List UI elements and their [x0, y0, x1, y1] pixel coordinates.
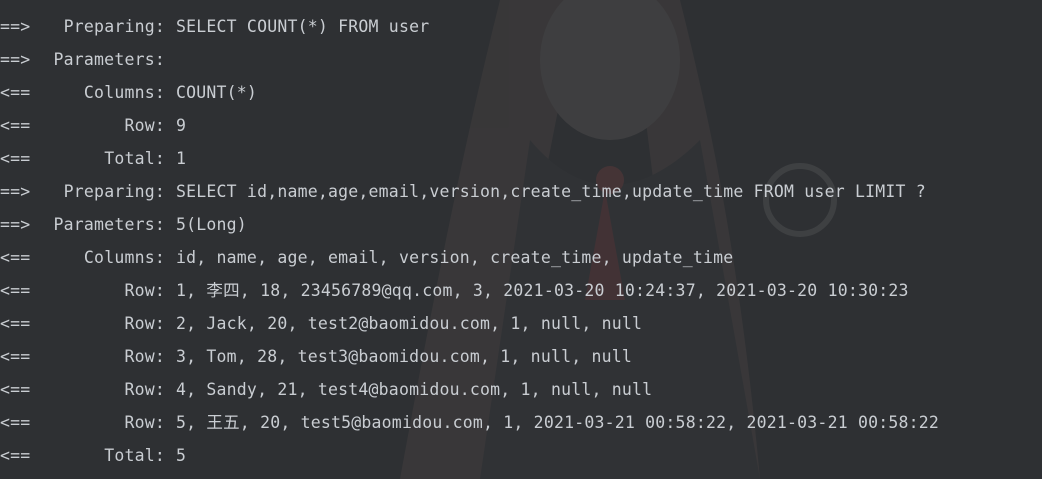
- log-label: Row:: [124, 281, 165, 300]
- log-direction: ==>: [0, 50, 31, 69]
- log-text: 3, Tom, 28, test3@baomidou.com, 1, null,…: [176, 347, 633, 366]
- log-label: Row:: [124, 116, 165, 135]
- log-line: <== Row: 3, Tom, 28, test3@baomidou.com, 1…: [0, 340, 939, 373]
- log-label: Preparing:: [63, 182, 165, 201]
- log-line: ==> Preparing: SELECT COUNT(*) FROM user: [0, 10, 939, 43]
- log-label: Parameters:: [53, 50, 165, 69]
- log-line: <== Row: 4, Sandy, 21, test4@baomidou.com,…: [0, 373, 939, 406]
- log-text: 5, 王五, 20, test5@baomidou.com, 1, 2021-0…: [176, 413, 940, 432]
- log-text: SELECT id,name,age,email,version,create_…: [176, 182, 926, 201]
- log-label: Total:: [104, 446, 165, 465]
- log-line: <== Row: 9: [0, 109, 939, 142]
- log-line: <== Total: 1: [0, 142, 939, 175]
- log-label: Parameters:: [53, 215, 165, 234]
- log-line: <== Row: 2, Jack, 20, test2@baomidou.com, …: [0, 307, 939, 340]
- log-line: ==> Preparing: SELECT id,name,age,email,ve…: [0, 175, 939, 208]
- log-text: 1, 李四, 18, 23456789@qq.com, 3, 2021-03-2…: [176, 281, 909, 300]
- log-line: <== Columns: id, name, age, email, version…: [0, 241, 939, 274]
- log-text: COUNT(*): [176, 83, 258, 102]
- log-direction: <==: [0, 83, 31, 102]
- log-direction: <==: [0, 347, 31, 366]
- log-direction: <==: [0, 149, 31, 168]
- log-line: <== Total: 5: [0, 439, 939, 472]
- log-line: ==> Parameters: 5(Long): [0, 208, 939, 241]
- log-label: Row:: [124, 413, 165, 432]
- log-label: Columns:: [83, 248, 165, 267]
- log-direction: ==>: [0, 17, 31, 36]
- log-text: 9: [176, 116, 187, 135]
- log-label: Columns:: [83, 83, 165, 102]
- log-line: <== Row: 1, 李四, 18, 23456789@qq.com, 3, 20…: [0, 274, 939, 307]
- log-label: Row:: [124, 347, 165, 366]
- log-label: Preparing:: [63, 17, 165, 36]
- log-direction: <==: [0, 281, 31, 300]
- log-direction: <==: [0, 314, 31, 333]
- log-line: <== Row: 5, 王五, 20, test5@baomidou.com, 1,…: [0, 406, 939, 439]
- log-lines: ==> Preparing: SELECT COUNT(*) FROM user =…: [0, 10, 939, 472]
- log-direction: ==>: [0, 182, 31, 201]
- log-line: <== Columns: COUNT(*): [0, 76, 939, 109]
- console-output[interactable]: ==> Preparing: SELECT COUNT(*) FROM user =…: [0, 0, 1042, 479]
- log-text: id, name, age, email, version, create_ti…: [176, 248, 734, 267]
- log-text: 4, Sandy, 21, test4@baomidou.com, 1, nul…: [176, 380, 653, 399]
- log-label: Total:: [104, 149, 165, 168]
- log-direction: <==: [0, 380, 31, 399]
- log-line: ==> Parameters:: [0, 43, 939, 76]
- log-text: 5: [176, 446, 187, 465]
- log-text: 1: [176, 149, 187, 168]
- log-direction: <==: [0, 116, 31, 135]
- log-direction: <==: [0, 413, 31, 432]
- log-label: Row:: [124, 314, 165, 333]
- log-label: Row:: [124, 380, 165, 399]
- log-text: 2, Jack, 20, test2@baomidou.com, 1, null…: [176, 314, 643, 333]
- log-text: SELECT COUNT(*) FROM user: [176, 17, 430, 36]
- log-direction: <==: [0, 446, 31, 465]
- log-direction: ==>: [0, 215, 31, 234]
- log-text: 5(Long): [176, 215, 247, 234]
- log-direction: <==: [0, 248, 31, 267]
